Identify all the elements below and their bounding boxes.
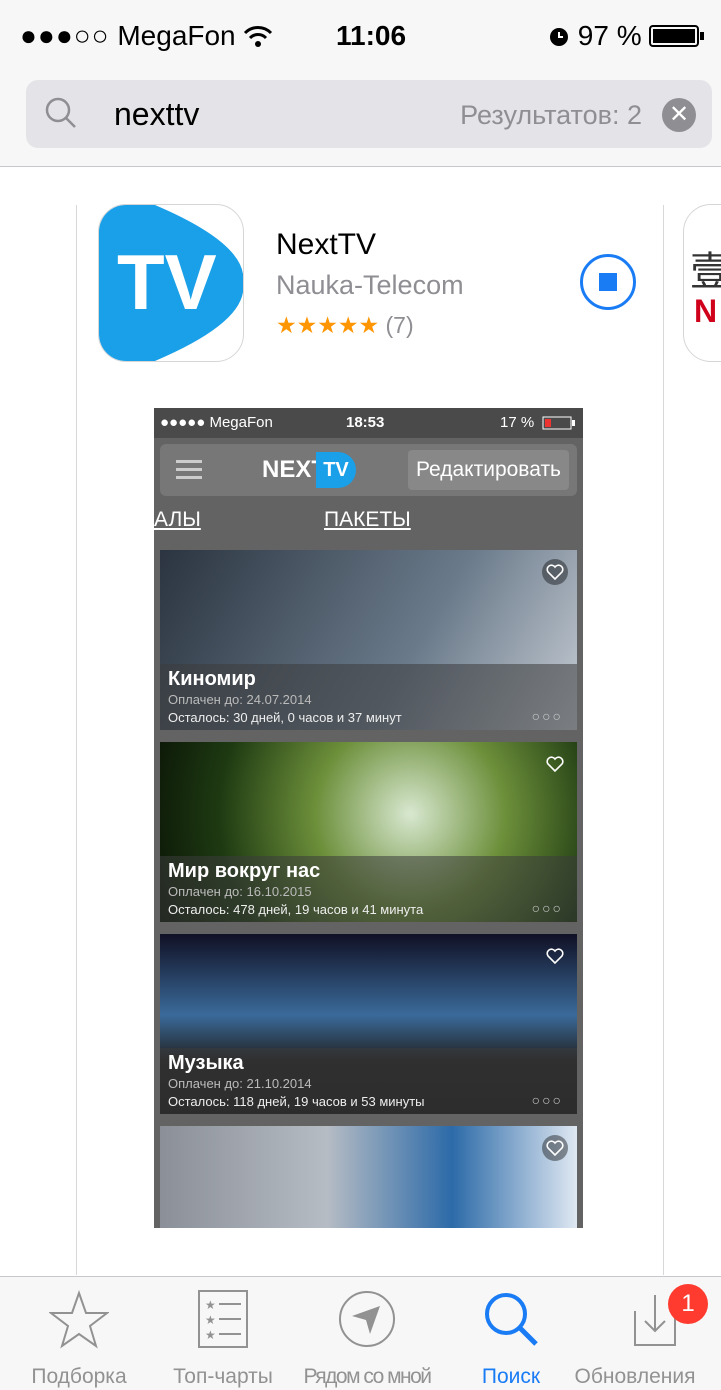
svg-text:★: ★ bbox=[205, 1313, 216, 1327]
next-result-icon[interactable]: 壹 N bbox=[683, 204, 721, 362]
channel-paid-until: Оплачен до: 16.10.2015 bbox=[168, 884, 312, 899]
developer-name: Nauka-Telecom bbox=[276, 270, 464, 300]
screenshot-navbar: NEXT TV Редактировать bbox=[160, 444, 577, 496]
app-icon[interactable]: TV bbox=[98, 204, 244, 362]
clear-search-button[interactable]: ✕ bbox=[662, 98, 696, 132]
more-icon[interactable]: ○○○ bbox=[532, 900, 563, 916]
signal-strength: ●●●○○ bbox=[20, 20, 110, 51]
rating-stars: ★★★★★ bbox=[276, 312, 380, 338]
carrier-name: MegaFon bbox=[117, 20, 236, 51]
favorite-heart-icon[interactable] bbox=[541, 558, 569, 586]
tv-logo-icon: TV bbox=[99, 205, 243, 361]
rating-count: (7) bbox=[385, 312, 414, 338]
battery-icon bbox=[649, 25, 705, 47]
updates-badge: 1 bbox=[668, 1284, 708, 1324]
tab-channels[interactable]: АЛЫ bbox=[154, 508, 201, 532]
list-icon: ★★★ bbox=[198, 1290, 248, 1348]
clear-icon: ✕ bbox=[668, 101, 690, 128]
channel-time-left: Осталось: 478 дней, 19 часов и 41 минута bbox=[168, 902, 424, 917]
menu-icon bbox=[176, 460, 202, 479]
tab-label: Подборка bbox=[31, 1365, 127, 1388]
favorite-heart-icon[interactable] bbox=[541, 1134, 569, 1162]
channel-card[interactable]: Киномир Оплачен до: 24.07.2014 Осталось:… bbox=[160, 550, 577, 730]
search-bar-area: nexttv Результатов: 2 ✕ bbox=[0, 72, 721, 167]
tab-featured[interactable]: Подборка bbox=[14, 1277, 144, 1390]
svg-text:★: ★ bbox=[205, 1298, 216, 1312]
favorite-heart-icon[interactable] bbox=[541, 942, 569, 970]
stop-icon bbox=[599, 273, 617, 291]
tab-label: Топ-чарты bbox=[173, 1365, 273, 1388]
star-icon bbox=[49, 1289, 109, 1349]
battery-percent: 97 % bbox=[577, 20, 642, 51]
channel-card[interactable] bbox=[160, 1126, 577, 1228]
screenshot-battery: 17 % bbox=[500, 414, 535, 431]
channel-time-left: Осталось: 30 дней, 0 часов и 37 минут bbox=[168, 710, 402, 725]
favorite-heart-icon[interactable] bbox=[541, 750, 569, 778]
screenshot-time: 18:53 bbox=[346, 414, 385, 431]
nexttv-logo-badge: TV bbox=[316, 452, 356, 488]
more-icon[interactable]: ○○○ bbox=[532, 708, 563, 724]
channel-card[interactable]: Мир вокруг нас Оплачен до: 16.10.2015 Ос… bbox=[160, 742, 577, 922]
tab-packages[interactable]: ПАКЕТЫ bbox=[324, 508, 411, 532]
status-bar: ●●●○○ MegaFon 11:06 97 % bbox=[0, 0, 721, 72]
tab-top-charts[interactable]: ★ ★ ★ Топ-чарты bbox=[158, 1277, 288, 1390]
tv-logo-text: TV bbox=[117, 238, 217, 326]
location-icon bbox=[339, 1291, 395, 1347]
next-result-glyph: 壹 bbox=[690, 239, 721, 297]
channel-title: Киномир bbox=[168, 668, 256, 690]
tab-search[interactable]: Поиск bbox=[446, 1277, 576, 1390]
clock: 11:06 bbox=[336, 20, 407, 51]
app-name[interactable]: NextTV bbox=[276, 228, 376, 262]
alarm-icon bbox=[550, 28, 568, 46]
screenshot-carrier: ●●●●● MegaFon bbox=[160, 414, 273, 431]
search-input[interactable]: nexttv bbox=[114, 96, 199, 133]
battery-area: 97 % bbox=[548, 20, 705, 52]
screenshot-battery-icon bbox=[542, 416, 575, 430]
screenshot-tabs: АЛЫ ПАКЕТЫ bbox=[154, 508, 583, 538]
screenshot-status-bar: ●●●●● MegaFon 18:53 17 % bbox=[154, 408, 583, 438]
rating: ★★★★★ (7) bbox=[276, 312, 414, 339]
results-count: Результатов: 2 bbox=[460, 100, 642, 130]
channel-card[interactable]: Музыка Оплачен до: 21.10.2014 Осталось: … bbox=[160, 934, 577, 1114]
channel-paid-until: Оплачен до: 21.10.2014 bbox=[168, 1076, 312, 1091]
channel-time-left: Осталось: 118 дней, 19 часов и 53 минуты bbox=[168, 1094, 425, 1109]
wifi-icon bbox=[244, 26, 273, 47]
search-icon bbox=[45, 97, 76, 128]
search-field[interactable]: nexttv Результатов: 2 ✕ bbox=[26, 80, 712, 148]
tab-label: Рядом со мной bbox=[303, 1365, 432, 1388]
search-icon bbox=[485, 1293, 538, 1346]
edit-button[interactable]: Редактировать bbox=[407, 450, 569, 490]
channel-image bbox=[160, 1126, 577, 1228]
tab-label: Обновления bbox=[574, 1365, 696, 1388]
more-icon[interactable]: ○○○ bbox=[532, 1092, 563, 1108]
channel-paid-until: Оплачен до: 24.07.2014 bbox=[168, 692, 312, 707]
carrier: ●●●○○ MegaFon bbox=[20, 20, 273, 52]
next-result-letter: N bbox=[694, 293, 718, 329]
tab-bar: Подборка ★ ★ ★ Топ-чарты Рядом со мной Пои… bbox=[0, 1276, 721, 1390]
channel-title: Мир вокруг нас bbox=[168, 860, 321, 882]
download-progress-button[interactable] bbox=[580, 254, 636, 310]
svg-text:★: ★ bbox=[205, 1328, 216, 1342]
tab-near-me[interactable]: Рядом со мной bbox=[302, 1277, 432, 1390]
channel-title: Музыка bbox=[168, 1052, 244, 1074]
app-screenshot[interactable]: ●●●●● MegaFon 18:53 17 % NEXT TV Редакти… bbox=[154, 408, 583, 1228]
